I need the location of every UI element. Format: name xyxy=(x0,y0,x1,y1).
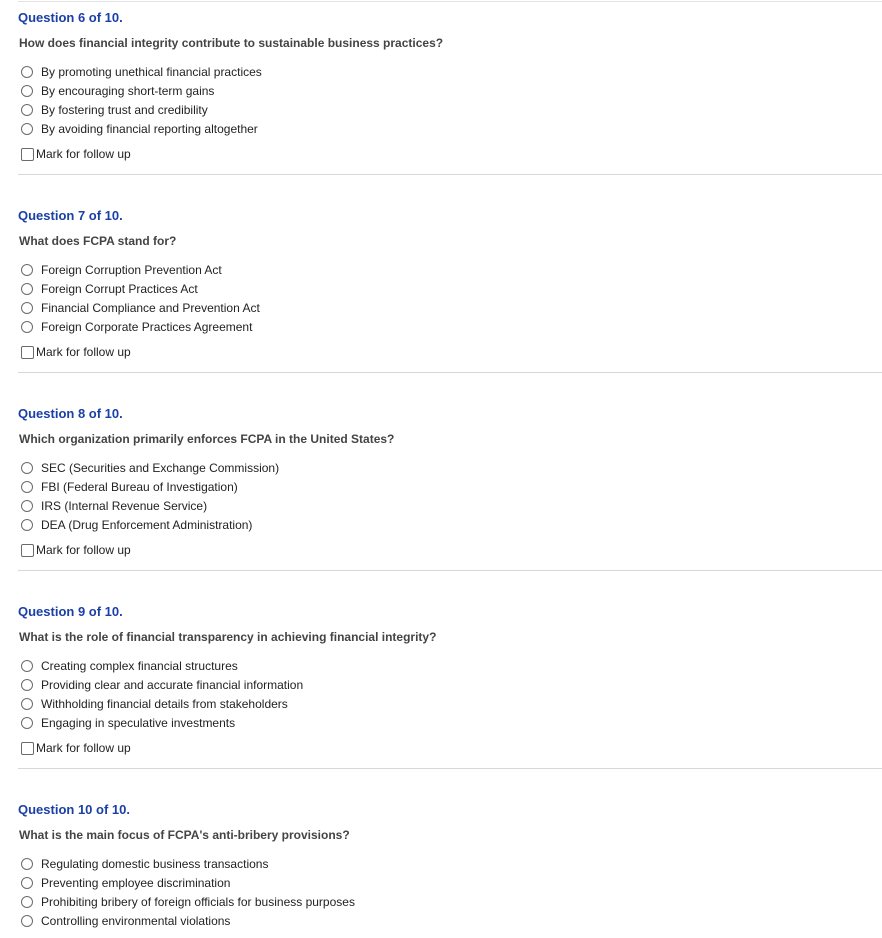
radio-button[interactable] xyxy=(21,659,33,672)
answer-options: Regulating domestic business transaction… xyxy=(21,854,355,930)
answer-option[interactable]: By encouraging short-term gains xyxy=(21,81,262,100)
question-header: Question 7 of 10. xyxy=(18,208,123,223)
answer-option[interactable]: Creating complex financial structures xyxy=(21,656,303,675)
answer-option[interactable]: Preventing employee discrimination xyxy=(21,873,355,892)
option-label[interactable]: DEA (Drug Enforcement Administration) xyxy=(41,518,252,532)
answer-option[interactable]: Providing clear and accurate financial i… xyxy=(21,675,303,694)
radio-button[interactable] xyxy=(21,518,33,531)
radio-button[interactable] xyxy=(21,678,33,691)
option-label[interactable]: Controlling environmental violations xyxy=(41,914,230,928)
option-label[interactable]: By promoting unethical financial practic… xyxy=(41,65,262,79)
follow-up-label[interactable]: Mark for follow up xyxy=(36,345,131,359)
radio-button[interactable] xyxy=(21,876,33,889)
option-label[interactable]: Engaging in speculative investments xyxy=(41,716,235,730)
answer-option[interactable]: Foreign Corporate Practices Agreement xyxy=(21,317,260,336)
question-text: What does FCPA stand for? xyxy=(19,234,177,248)
radio-button[interactable] xyxy=(21,461,33,474)
option-label[interactable]: Regulating domestic business transaction… xyxy=(41,857,268,871)
answer-option[interactable]: IRS (Internal Revenue Service) xyxy=(21,496,279,515)
option-label[interactable]: Foreign Corrupt Practices Act xyxy=(41,282,198,296)
radio-button[interactable] xyxy=(21,480,33,493)
answer-option[interactable]: Foreign Corruption Prevention Act xyxy=(21,260,260,279)
question-divider xyxy=(18,174,882,175)
follow-up-label[interactable]: Mark for follow up xyxy=(36,147,131,161)
radio-button[interactable] xyxy=(21,263,33,276)
question-text: How does financial integrity contribute … xyxy=(19,36,444,50)
radio-button[interactable] xyxy=(21,84,33,97)
mark-follow-up[interactable]: Mark for follow up xyxy=(21,741,131,755)
radio-button[interactable] xyxy=(21,499,33,512)
question-header: Question 10 of 10. xyxy=(18,802,130,817)
radio-button[interactable] xyxy=(21,697,33,710)
option-label[interactable]: Providing clear and accurate financial i… xyxy=(41,678,303,692)
answer-option[interactable]: DEA (Drug Enforcement Administration) xyxy=(21,515,279,534)
answer-option[interactable]: FBI (Federal Bureau of Investigation) xyxy=(21,477,279,496)
question-text: What is the main focus of FCPA's anti-br… xyxy=(19,828,350,842)
option-label[interactable]: By encouraging short-term gains xyxy=(41,84,214,98)
radio-button[interactable] xyxy=(21,122,33,135)
radio-button[interactable] xyxy=(21,65,33,78)
answer-option[interactable]: By promoting unethical financial practic… xyxy=(21,62,262,81)
answer-option[interactable]: Controlling environmental violations xyxy=(21,911,355,930)
option-label[interactable]: Foreign Corruption Prevention Act xyxy=(41,263,222,277)
follow-up-label[interactable]: Mark for follow up xyxy=(36,543,131,557)
answer-option[interactable]: Prohibiting bribery of foreign officials… xyxy=(21,892,355,911)
answer-option[interactable]: By avoiding financial reporting altogeth… xyxy=(21,119,262,138)
radio-button[interactable] xyxy=(21,895,33,908)
answer-option[interactable]: Engaging in speculative investments xyxy=(21,713,303,732)
question-text: Which organization primarily enforces FC… xyxy=(19,432,395,446)
question-header: Question 8 of 10. xyxy=(18,406,123,421)
option-label[interactable]: Financial Compliance and Prevention Act xyxy=(41,301,260,315)
answer-option[interactable]: By fostering trust and credibility xyxy=(21,100,262,119)
radio-button[interactable] xyxy=(21,716,33,729)
radio-button[interactable] xyxy=(21,282,33,295)
option-label[interactable]: Preventing employee discrimination xyxy=(41,876,230,890)
option-label[interactable]: Prohibiting bribery of foreign officials… xyxy=(41,895,355,909)
question-header: Question 9 of 10. xyxy=(18,604,123,619)
follow-up-label[interactable]: Mark for follow up xyxy=(36,741,131,755)
radio-button[interactable] xyxy=(21,301,33,314)
radio-button[interactable] xyxy=(21,914,33,927)
answer-option[interactable]: Withholding financial details from stake… xyxy=(21,694,303,713)
follow-up-checkbox[interactable] xyxy=(21,147,34,161)
answer-options: Foreign Corruption Prevention Act Foreig… xyxy=(21,260,260,336)
question-header: Question 6 of 10. xyxy=(18,10,123,25)
answer-options: SEC (Securities and Exchange Commission)… xyxy=(21,458,279,534)
option-label[interactable]: SEC (Securities and Exchange Commission) xyxy=(41,461,279,475)
radio-button[interactable] xyxy=(21,320,33,333)
follow-up-checkbox[interactable] xyxy=(21,543,34,557)
answer-option[interactable]: Foreign Corrupt Practices Act xyxy=(21,279,260,298)
top-divider xyxy=(18,1,882,2)
answer-option[interactable]: Financial Compliance and Prevention Act xyxy=(21,298,260,317)
question-divider xyxy=(18,372,882,373)
option-label[interactable]: Foreign Corporate Practices Agreement xyxy=(41,320,252,334)
question-text: What is the role of financial transparen… xyxy=(19,630,437,644)
radio-button[interactable] xyxy=(21,857,33,870)
follow-up-checkbox[interactable] xyxy=(21,345,34,359)
option-label[interactable]: FBI (Federal Bureau of Investigation) xyxy=(41,480,238,494)
mark-follow-up[interactable]: Mark for follow up xyxy=(21,543,131,557)
answer-option[interactable]: SEC (Securities and Exchange Commission) xyxy=(21,458,279,477)
question-divider xyxy=(18,768,882,769)
option-label[interactable]: Creating complex financial structures xyxy=(41,659,238,673)
option-label[interactable]: By avoiding financial reporting altogeth… xyxy=(41,122,258,136)
radio-button[interactable] xyxy=(21,103,33,116)
follow-up-checkbox[interactable] xyxy=(21,741,34,755)
answer-option[interactable]: Regulating domestic business transaction… xyxy=(21,854,355,873)
answer-options: By promoting unethical financial practic… xyxy=(21,62,262,138)
mark-follow-up[interactable]: Mark for follow up xyxy=(21,147,131,161)
option-label[interactable]: IRS (Internal Revenue Service) xyxy=(41,499,207,513)
question-divider xyxy=(18,570,882,571)
option-label[interactable]: By fostering trust and credibility xyxy=(41,103,208,117)
answer-options: Creating complex financial structures Pr… xyxy=(21,656,303,732)
mark-follow-up[interactable]: Mark for follow up xyxy=(21,345,131,359)
option-label[interactable]: Withholding financial details from stake… xyxy=(41,697,288,711)
